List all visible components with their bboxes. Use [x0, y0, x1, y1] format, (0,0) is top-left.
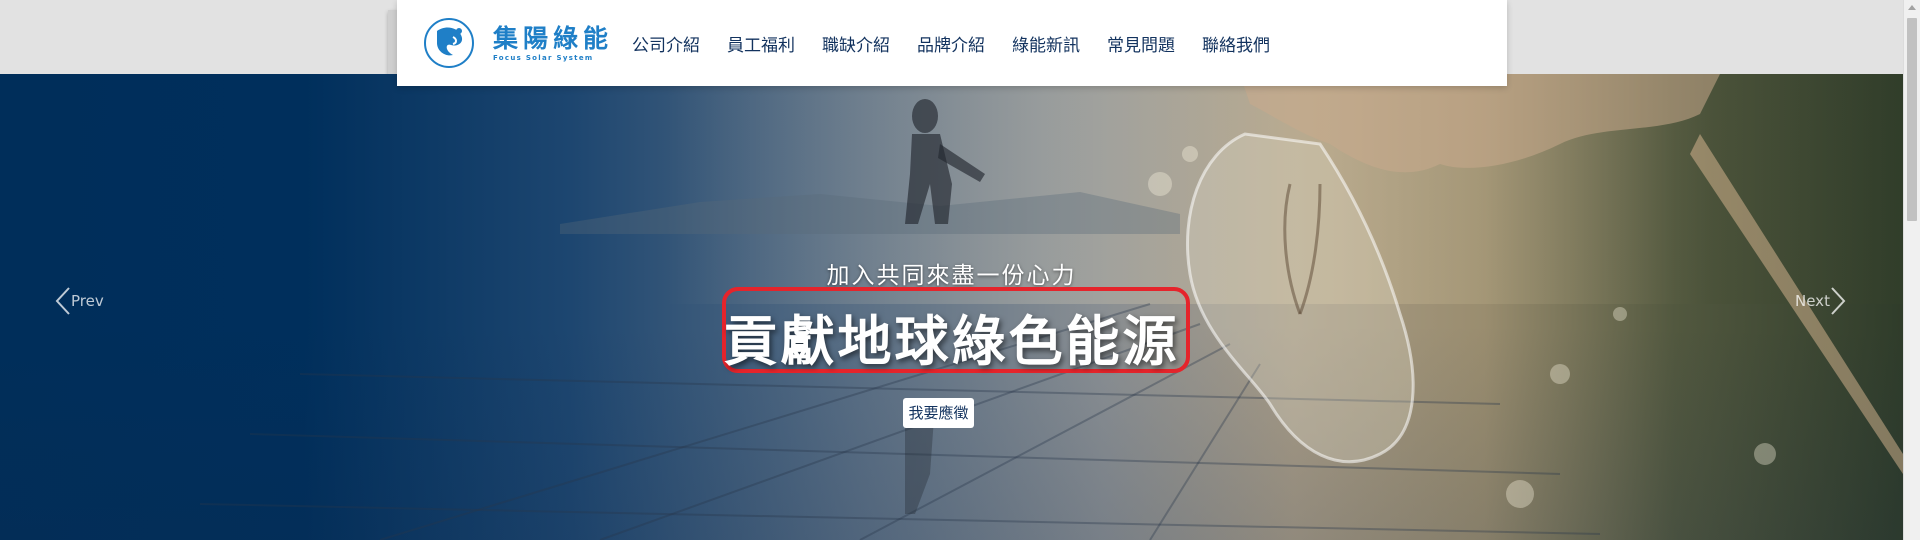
hero-slider: Prev Next 加入共同來盡一份心力 貢獻地球綠色能源 我要應徵 [0, 74, 1903, 540]
nav-item-contact[interactable]: 聯絡我們 [1202, 31, 1270, 56]
nav-item-faq[interactable]: 常見問題 [1107, 31, 1175, 56]
nav-item-brand[interactable]: 品牌介紹 [917, 31, 985, 56]
nav-item-benefits[interactable]: 員工福利 [727, 31, 795, 56]
page-scrollbar[interactable] [1903, 0, 1920, 540]
brand-logo[interactable]: 集陽綠能 Focus Solar System [423, 16, 613, 70]
scroll-up-arrow-icon[interactable] [1908, 5, 1916, 10]
brand-name: 集陽綠能 Focus Solar System [493, 23, 614, 62]
nav-item-news[interactable]: 綠能新訊 [1012, 31, 1080, 56]
apply-button[interactable]: 我要應徵 [903, 398, 974, 428]
brand-name-en: Focus Solar System [493, 53, 594, 62]
main-nav: 公司介紹 員工福利 職缺介紹 品牌介紹 綠能新訊 常見問題 聯絡我們 [632, 0, 1297, 86]
hero-title: 貢獻地球綠色能源 [723, 310, 1180, 373]
brand-logo-icon [424, 18, 474, 68]
brand-name-cn: 集陽綠能 [493, 23, 614, 53]
nav-item-jobs[interactable]: 職缺介紹 [822, 31, 890, 56]
nav-item-company[interactable]: 公司介紹 [632, 31, 700, 56]
navbar: 集陽綠能 Focus Solar System 公司介紹 員工福利 職缺介紹 品… [397, 0, 1507, 86]
hero-subtitle: 加入共同來盡一份心力 [826, 263, 1077, 289]
scroll-thumb[interactable] [1907, 18, 1917, 221]
